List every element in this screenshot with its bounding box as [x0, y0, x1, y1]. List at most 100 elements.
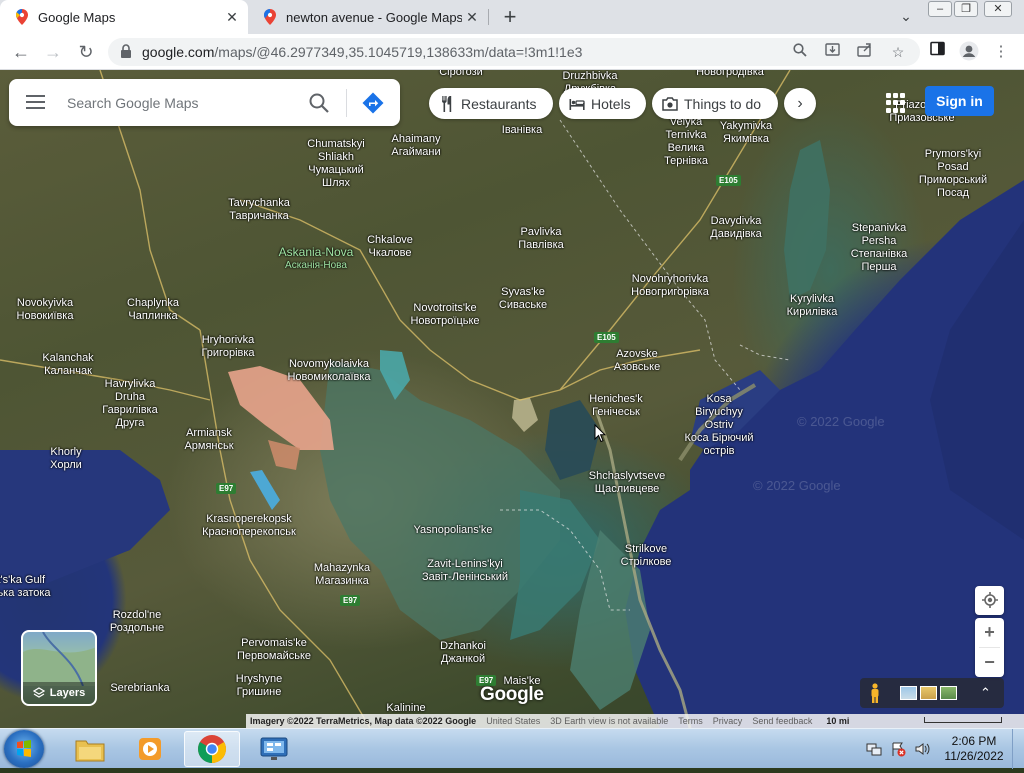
place-label: Pervomais'ke Первомайське — [237, 637, 311, 663]
place-label: Yasnopolians'ke — [414, 524, 493, 537]
system-clock[interactable]: 2:06 PM 11/26/2022 — [943, 734, 1005, 764]
volume-icon[interactable] — [914, 741, 930, 757]
start-button[interactable] — [4, 730, 44, 768]
terms-link[interactable]: Terms — [678, 716, 703, 726]
address-bar[interactable]: google.com/maps/@46.2977349,35.1045719,1… — [108, 38, 920, 66]
chip-things-to-do[interactable]: Things to do — [652, 88, 778, 119]
place-label-line: Тернівка — [664, 155, 708, 167]
close-tab-icon[interactable]: ✕ — [462, 9, 482, 26]
chip-restaurants[interactable]: Restaurants — [429, 88, 553, 119]
file-explorer-taskbar-button[interactable] — [62, 731, 118, 767]
place-label-line: Щасливцеве — [594, 483, 660, 495]
sign-in-button[interactable]: Sign in — [925, 86, 994, 116]
chip-label: Restaurants — [461, 95, 537, 112]
side-panel-icon[interactable] — [926, 41, 948, 63]
forward-arrow-icon[interactable]: → — [41, 40, 65, 64]
maps-search-input[interactable] — [65, 91, 299, 115]
restore-window-button[interactable]: ❐ — [954, 1, 978, 17]
url-path: /maps/@46.2977349,35.1045719,138633m/dat… — [214, 44, 583, 60]
place-label: Kalanchak Каланчак — [42, 352, 93, 378]
place-label-line: Krasnoperekopsk — [206, 513, 292, 525]
tab-search-chevron-icon[interactable]: ⌄ — [896, 6, 916, 26]
place-label: Shchaslyvtseve Щасливцеве — [589, 470, 665, 496]
place-label: Novohryhorivka Новогригорівка — [631, 273, 709, 299]
place-label-line: Persha — [861, 235, 897, 247]
place-label: Rozdol'ne Роздольне — [110, 609, 164, 635]
place-label-line: Новомиколаївка — [287, 371, 371, 383]
directions-icon[interactable] — [361, 91, 385, 115]
pegman-icon[interactable] — [868, 683, 882, 703]
profile-avatar-icon[interactable] — [958, 41, 980, 63]
layers-button[interactable]: Layers — [21, 630, 97, 706]
tab-google-maps[interactable]: Google Maps ✕ — [0, 0, 248, 34]
place-label-line: Григорівка — [201, 347, 255, 359]
place-label-line: Syvas'ke — [501, 286, 545, 298]
clock-date: 11/26/2022 — [944, 749, 1004, 763]
place-label-line: Якимівка — [723, 133, 769, 145]
field-thumbnail[interactable] — [940, 686, 957, 700]
satellite-map[interactable]: © 2022 Google © 2022 Google E105 E105 E9… — [0, 70, 1024, 728]
place-label: Azovske Азовське — [614, 348, 660, 374]
minimize-window-button[interactable]: – — [928, 1, 952, 17]
install-app-icon[interactable] — [822, 42, 842, 62]
place-label-line: Ahaimany — [391, 133, 441, 145]
reload-icon[interactable]: ↻ — [74, 40, 98, 64]
tab-separator — [488, 9, 489, 25]
tab-newton-avenue[interactable]: newton avenue - Google Maps ✕ — [248, 0, 488, 34]
place-label-line: Kyrylivka — [789, 293, 835, 305]
place-label-line: Pervomais'ke — [241, 637, 307, 649]
chip-hotels[interactable]: Hotels — [559, 88, 646, 119]
expand-chevron-icon[interactable]: ⌃ — [980, 683, 991, 703]
place-label: Velyka Ternivka Велика Тернівка — [664, 116, 708, 168]
action-center-flag-icon[interactable] — [890, 741, 906, 757]
search-divider — [346, 89, 347, 117]
network-icon[interactable] — [866, 741, 882, 757]
map-watermark: © 2022 Google — [797, 414, 885, 429]
more-menu-icon[interactable]: ⋮ — [990, 41, 1012, 63]
sky-thumbnail[interactable] — [900, 686, 917, 700]
place-label: Chaplynka Чаплинка — [127, 297, 179, 323]
place-label-line: Іванівка — [501, 124, 543, 136]
place-label-line: Prymors'kyi — [924, 148, 982, 160]
send-feedback-link[interactable]: Send feedback — [752, 716, 812, 726]
place-label-line: Сірогози — [439, 70, 483, 78]
place-label: Prymors'kyi Posad Приморський Посад — [919, 148, 987, 200]
imagery-credit: Imagery ©2022 TerraMetrics, Map data ©20… — [250, 716, 477, 726]
zoom-out-button[interactable]: − — [975, 648, 1004, 677]
back-arrow-icon[interactable]: ← — [9, 40, 33, 64]
country-link[interactable]: United States — [486, 716, 540, 726]
place-label-line: Yakymivka — [719, 120, 773, 132]
url-host: google.com — [142, 44, 215, 60]
privacy-link[interactable]: Privacy — [713, 716, 743, 726]
show-desktop-button[interactable] — [1012, 729, 1024, 769]
google-maps-pin-icon — [262, 9, 278, 25]
zoom-in-button[interactable]: + — [975, 618, 1004, 647]
share-icon[interactable] — [854, 42, 874, 62]
chrome-taskbar-button[interactable] — [184, 731, 240, 767]
close-window-button[interactable]: ✕ — [984, 1, 1012, 17]
mouse-cursor-icon — [594, 424, 606, 443]
google-apps-icon[interactable] — [886, 93, 906, 113]
place-label-line: Chkalove — [367, 234, 413, 246]
search-icon[interactable] — [790, 42, 810, 62]
media-player-taskbar-button[interactable] — [122, 731, 178, 767]
search-icon[interactable] — [307, 91, 331, 115]
new-tab-button[interactable]: + — [498, 3, 522, 31]
my-location-button[interactable] — [975, 586, 1004, 615]
place-label: Serebrianka — [110, 682, 169, 695]
place-label-line: Каланчак — [44, 365, 92, 377]
place-label-line: Azovske — [616, 348, 658, 360]
desert-thumbnail[interactable] — [920, 686, 937, 700]
chips-next-chevron-icon[interactable]: › — [784, 88, 816, 119]
close-tab-icon[interactable]: ✕ — [222, 9, 242, 26]
hamburger-menu-icon[interactable] — [26, 95, 45, 109]
place-label-line: Novotroits'ke — [413, 302, 477, 314]
place-label-line: Тавричанка — [229, 210, 289, 222]
place-label: Yakymivka Якимівка — [720, 120, 772, 146]
map-watermark: © 2022 Google — [753, 478, 841, 493]
scale-label[interactable]: 10 mi — [826, 716, 849, 726]
bookmark-star-icon[interactable]: ☆ — [888, 42, 908, 62]
camera-icon — [662, 96, 678, 112]
zoom-controls: + − — [975, 618, 1004, 677]
remote-desktop-taskbar-button[interactable] — [246, 731, 302, 767]
